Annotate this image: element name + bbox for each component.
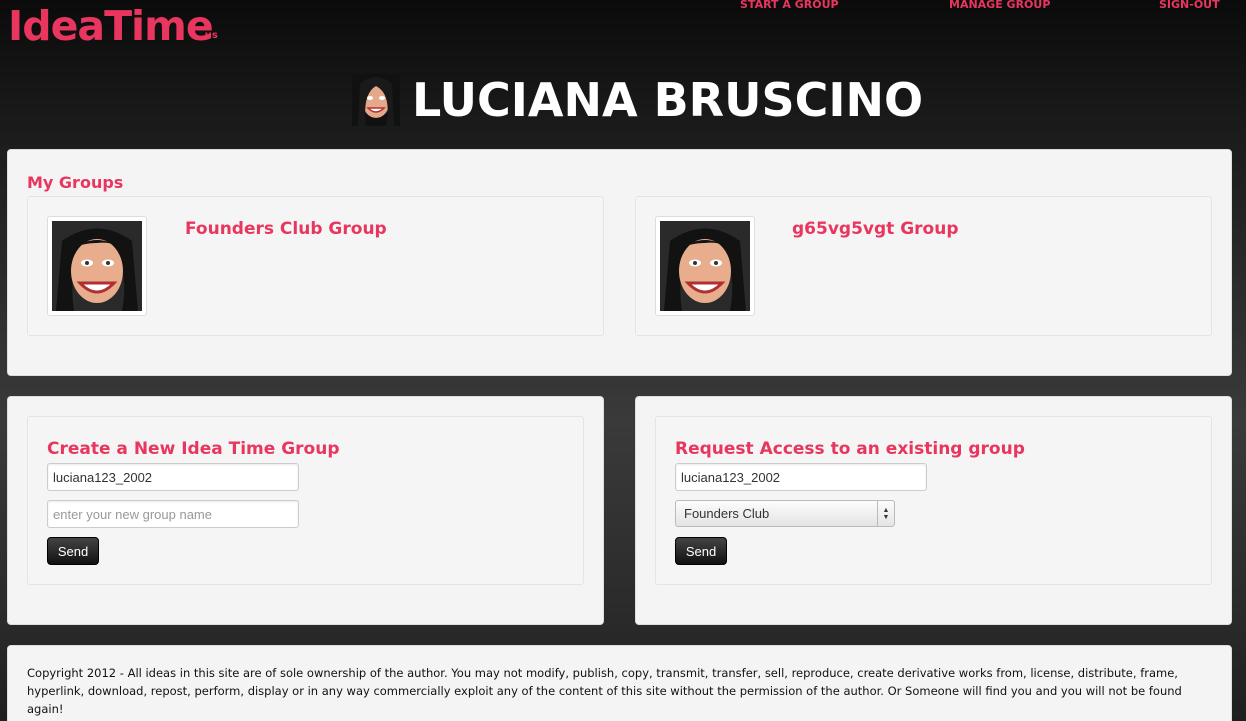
create-group-send-button[interactable]: Send — [47, 537, 99, 565]
user-avatar-icon — [352, 74, 400, 126]
select-arrows-icon: ▲ ▼ — [877, 501, 894, 526]
nav-sign-out-link[interactable]: SIGN-OUT — [1159, 0, 1220, 11]
group-avatar-icon[interactable] — [655, 216, 755, 316]
group-select[interactable]: Founders Club ▲ ▼ — [675, 500, 895, 527]
top-bar: IdeaTime .us START A GROUP MANAGE GROUP … — [0, 0, 1246, 50]
create-group-title: Create a New Idea Time Group — [47, 439, 340, 459]
request-access-send-button[interactable]: Send — [675, 537, 727, 565]
copyright-text: Copyright 2012 - All ideas in this site … — [27, 666, 1182, 716]
request-access-title: Request Access to an existing group — [675, 439, 1025, 459]
group-select-value: Founders Club — [684, 506, 770, 521]
request-access-username-input[interactable] — [675, 463, 927, 491]
create-group-username-input[interactable] — [47, 463, 299, 491]
my-groups-title: My Groups — [27, 173, 124, 192]
group-link-g65vg5vgt[interactable]: g65vg5vgt Group — [792, 219, 959, 239]
site-logo[interactable]: IdeaTime — [8, 2, 214, 50]
group-link-founders-club[interactable]: Founders Club Group — [185, 219, 387, 239]
nav-start-group-link[interactable]: START A GROUP — [740, 0, 839, 11]
group-avatar-icon[interactable] — [47, 216, 147, 316]
new-group-name-input[interactable] — [47, 500, 299, 528]
user-name-heading: LUCIANA BRUSCINO — [412, 73, 924, 127]
nav-manage-group-link[interactable]: MANAGE GROUP — [949, 0, 1050, 11]
user-header: LUCIANA BRUSCINO — [352, 73, 924, 127]
site-logo-suffix: .us — [201, 30, 218, 41]
